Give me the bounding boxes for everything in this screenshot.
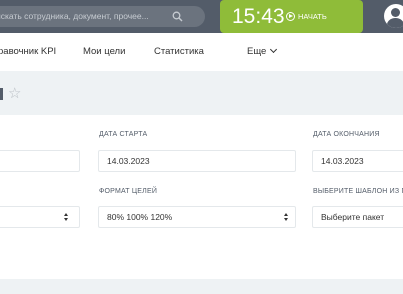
end-date-value: 14.03.2023: [321, 156, 364, 166]
template-select[interactable]: Выберите пакет: [312, 206, 403, 228]
avatar[interactable]: [384, 4, 403, 28]
top-header: искать сотрудника, документ, прочее... 1…: [0, 0, 403, 33]
start-date-value: 14.03.2023: [107, 156, 150, 166]
left-select-field[interactable]: [0, 206, 80, 228]
start-date-label: ДАТА СТАРТА: [99, 131, 148, 138]
nav-item-my-goals[interactable]: Мои цели: [83, 33, 125, 71]
play-icon: [286, 12, 295, 21]
select-arrows-icon: [64, 213, 69, 222]
bottom-strip: [0, 279, 403, 294]
end-date-field[interactable]: 14.03.2023: [312, 150, 403, 172]
end-date-label: ДАТА ОКОНЧАНИЯ: [313, 131, 380, 138]
goal-format-select[interactable]: 80% 100% 120%: [98, 206, 296, 228]
search-input[interactable]: искать сотрудника, документ, прочее...: [0, 6, 205, 27]
top-nav: равочник KPI Мои цели Статистика Еще: [0, 33, 403, 71]
nav-item-more[interactable]: Еще: [247, 33, 278, 71]
star-icon[interactable]: ☆: [8, 84, 21, 102]
work-time-widget[interactable]: 15:43 НАЧАТЬ: [220, 0, 363, 33]
start-date-field[interactable]: 14.03.2023: [98, 150, 296, 172]
title-glyph-icon: [0, 88, 3, 100]
select-arrows-icon: [284, 213, 289, 222]
left-date-field[interactable]: [0, 150, 80, 172]
nav-more-label: Еще: [247, 46, 267, 57]
chevron-down-icon: [270, 45, 278, 54]
template-value: Выберите пакет: [321, 212, 385, 222]
nav-item-kpi-directory[interactable]: равочник KPI: [0, 33, 56, 71]
goal-format-label: ФОРМАТ ЦЕЛЕЙ: [99, 188, 158, 195]
start-workday-button[interactable]: НАЧАТЬ: [286, 9, 327, 24]
nav-item-statistics[interactable]: Статистика: [154, 33, 204, 71]
start-button-label: НАЧАТЬ: [298, 12, 327, 21]
search-placeholder: искать сотрудника, документ, прочее...: [0, 11, 149, 21]
search-icon[interactable]: [172, 11, 183, 22]
form-panel: ДАТА СТАРТА 14.03.2023 ДАТА ОКОНЧАНИЯ 14…: [0, 115, 403, 279]
clock-time: 15:43: [232, 5, 285, 28]
goal-format-value: 80% 100% 120%: [107, 212, 173, 222]
template-label: ВЫБЕРИТЕ ШАБЛОН ИЗ ПР: [313, 188, 403, 195]
